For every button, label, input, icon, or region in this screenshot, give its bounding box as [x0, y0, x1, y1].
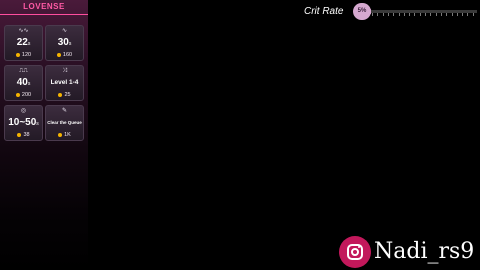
card-action-label: Clear the Queue	[47, 120, 82, 125]
crit-rate-knob[interactable]: 5%	[353, 3, 371, 20]
wave-pulse-icon: ∿∿	[18, 28, 29, 34]
slider-tick	[414, 13, 416, 16]
coin-icon	[58, 132, 63, 137]
slider-tick	[387, 13, 389, 16]
slider-tick	[456, 13, 458, 16]
card-cost: 38	[23, 132, 30, 138]
tip-level-card-5[interactable]: ◎ 10~50s 38	[4, 105, 43, 141]
slider-tick	[435, 13, 437, 16]
card-cost: 120	[21, 52, 32, 58]
card-cost: 1K	[64, 132, 71, 138]
slider-tick	[419, 13, 421, 16]
instagram-handle: Nadi_rs9	[374, 239, 475, 264]
pulse-pattern-icon: ⎍⎍	[19, 68, 28, 74]
tip-level-card-1[interactable]: ∿∿ 22s 120	[4, 25, 43, 61]
instagram-icon	[339, 236, 371, 268]
wave-curve-icon: ∿	[61, 28, 68, 34]
slider-tick	[393, 13, 395, 16]
coin-icon	[56, 52, 61, 57]
card-duration: 22	[16, 37, 28, 48]
slider-tick	[425, 13, 426, 16]
card-unit: s	[27, 81, 31, 87]
coin-icon	[17, 132, 22, 137]
slider-tick	[382, 13, 384, 16]
slider-tick	[403, 13, 405, 16]
tip-level-card-2[interactable]: ∿ 30s 160	[45, 25, 84, 61]
slider-tick	[372, 13, 373, 16]
card-duration: 10~50	[8, 117, 37, 128]
card-level-range: Level 1-4	[50, 79, 79, 86]
slider-tick	[430, 13, 432, 16]
lovense-logo: LOVENSE	[23, 2, 65, 11]
card-cost: 25	[64, 92, 71, 98]
tip-level-card-4[interactable]: ⤨ Level 1-4 25	[45, 65, 84, 101]
slider-tick	[462, 13, 464, 16]
tip-level-card-6[interactable]: ✎ Clear the Queue 1K	[45, 105, 84, 141]
card-unit: s	[36, 121, 39, 127]
slider-tick	[409, 13, 411, 16]
slider-tick	[472, 13, 474, 16]
coin-icon	[58, 92, 63, 97]
broom-icon: ✎	[61, 108, 68, 114]
slider-tick	[467, 13, 469, 16]
card-unit: s	[68, 41, 72, 47]
card-unit: s	[27, 41, 31, 47]
card-duration: 30	[57, 37, 69, 48]
slider-tick	[377, 13, 379, 16]
lovense-menu-panel: LOVENSE ∿∿ 22s 120 ∿ 30s 160 ⎍⎍ 40s 200 …	[0, 0, 88, 270]
slider-tick	[440, 13, 442, 16]
crit-rate-label: Crit Rate	[304, 6, 344, 17]
card-duration: 40	[16, 77, 28, 88]
shuffle-icon: ⤨	[62, 68, 67, 74]
tip-level-card-3[interactable]: ⎍⎍ 40s 200	[4, 65, 43, 101]
coin-icon	[15, 92, 20, 97]
random-target-icon: ◎	[20, 108, 27, 114]
card-cost: 160	[62, 52, 73, 58]
card-cost: 200	[21, 92, 32, 98]
coin-icon	[15, 52, 20, 57]
crit-rate-ticks	[372, 13, 477, 17]
slider-tick	[398, 13, 400, 16]
slider-tick	[446, 13, 448, 16]
brand-divider	[0, 14, 88, 15]
slider-tick	[451, 13, 453, 16]
